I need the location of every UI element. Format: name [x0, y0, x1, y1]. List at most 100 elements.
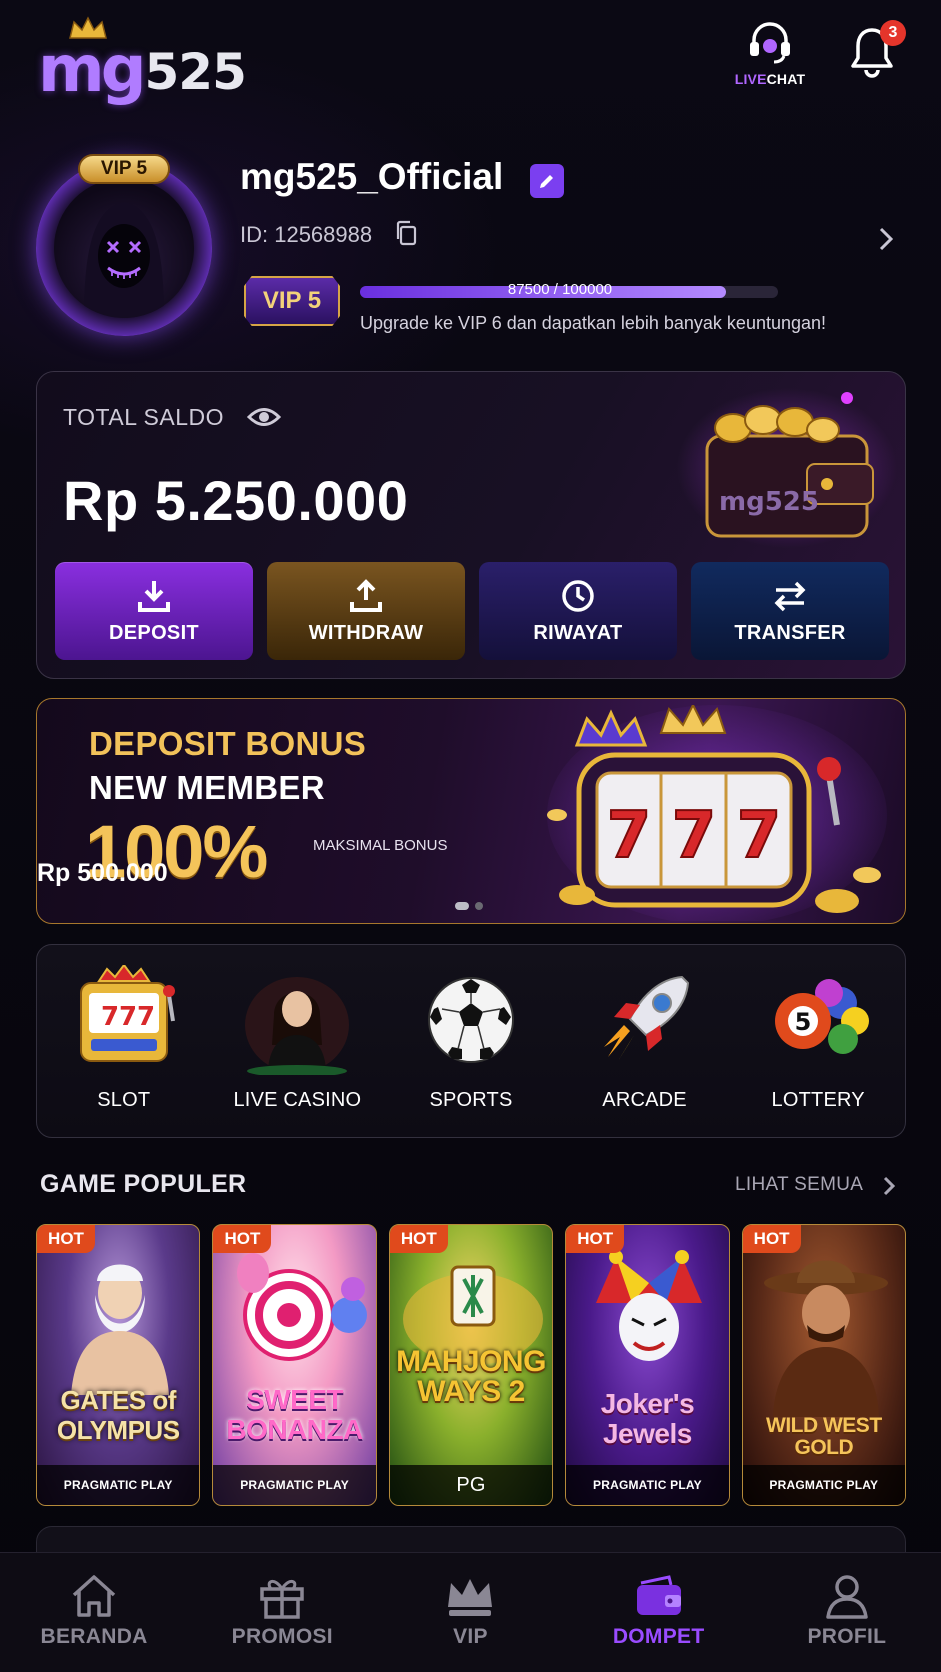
- riwayat-label: RIWAYAT: [533, 621, 623, 644]
- category-slot[interactable]: 7 7 7 SLOT: [49, 965, 199, 1112]
- logo[interactable]: mg 525: [38, 16, 247, 107]
- notification-button[interactable]: 3: [850, 20, 906, 84]
- logo-text-number: 525: [144, 43, 247, 101]
- category-bar: 7 7 7 SLOT LIVE CASINO SPORTS ARCADE 5 L…: [36, 944, 906, 1138]
- hot-badge: HOT: [566, 1225, 625, 1253]
- avatar-vip-tag: VIP 5: [78, 154, 170, 184]
- popular-games-title: GAME POPULER: [40, 1170, 247, 1198]
- lottery-balls-icon: 5: [775, 979, 870, 1054]
- nav-beranda-label: BERANDA: [40, 1625, 148, 1648]
- hot-badge: HOT: [37, 1225, 95, 1253]
- nav-promosi[interactable]: PROMOSI: [197, 1573, 367, 1649]
- profile-section: VIP 5 mg525_Official ID: 12568988 VIP 5 …: [0, 140, 941, 340]
- slot-digit-1: 7: [607, 799, 652, 873]
- game-provider: PRAGMATIC PLAY: [213, 1465, 376, 1505]
- promo-dot-active[interactable]: [455, 902, 469, 910]
- livechat-button[interactable]: LIVECHAT: [730, 22, 810, 87]
- rocket-icon: [603, 975, 689, 1061]
- dealer-icon: [245, 977, 350, 1075]
- logo-text-main: mg: [38, 33, 146, 107]
- chevron-right-icon[interactable]: [878, 226, 894, 252]
- slot-digit-2: 7: [672, 799, 717, 873]
- game-title: MAHJONG WAYS 2: [396, 1345, 546, 1408]
- slot-digit-3: 7: [737, 799, 782, 873]
- wallet-logo-text: mg525: [719, 487, 819, 517]
- nav-promosi-label: PROMOSI: [231, 1625, 333, 1648]
- joker-art: [596, 1250, 703, 1361]
- category-sports[interactable]: SPORTS: [396, 965, 546, 1112]
- promo-dot[interactable]: [475, 902, 483, 910]
- chevron-right-icon[interactable]: [882, 1175, 896, 1197]
- eye-icon[interactable]: [247, 404, 281, 430]
- crown-icon: [448, 1579, 493, 1616]
- soccer-ball-icon: [427, 977, 514, 1063]
- nav-vip-label: VIP: [453, 1625, 488, 1648]
- game-title: Joker's Jewels: [600, 1388, 695, 1449]
- game-card-jokers-jewels[interactable]: HOT Joker's Jewels PRAGMATIC PLAY: [565, 1224, 730, 1506]
- vip-progress-text: 87500 / 100000: [507, 281, 613, 298]
- zeus-art: [71, 1264, 169, 1395]
- wallet-illustration: mg525: [677, 388, 897, 548]
- game-title: WILD WEST GOLD: [766, 1414, 882, 1459]
- app-screen: mg 525 LIVECHAT 3 VIP 5 mg525_Official I…: [0, 0, 941, 1672]
- game-card-wild-west-gold[interactable]: HOT WILD WEST GOLD PRAGMATIC PLAY: [741, 1224, 907, 1506]
- user-id: ID: 12568988: [240, 222, 373, 247]
- lottery-ball-number: 5: [795, 1008, 812, 1036]
- home-icon: [72, 1575, 116, 1617]
- header: mg 525 LIVECHAT 3: [0, 0, 941, 120]
- category-live-casino[interactable]: LIVE CASINO: [222, 965, 372, 1112]
- game-provider: PRAGMATIC PLAY: [37, 1465, 200, 1505]
- nav-beranda[interactable]: BERANDA: [9, 1573, 179, 1649]
- crown-icon: [69, 16, 107, 39]
- withdraw-label: WITHDRAW: [308, 621, 424, 644]
- transfer-label: TRANSFER: [734, 621, 846, 644]
- game-provider: PRAGMATIC PLAY: [742, 1465, 906, 1505]
- gift-icon: [260, 1580, 305, 1619]
- nav-profil-label: PROFIL: [807, 1625, 887, 1648]
- category-slot-label: SLOT: [97, 1089, 151, 1111]
- transfer-icon: [774, 581, 806, 611]
- withdraw-button[interactable]: WITHDRAW: [267, 562, 465, 660]
- promo-banner[interactable]: DEPOSIT BONUS NEW MEMBER 100% MAKSIMAL B…: [36, 698, 906, 924]
- copy-icon[interactable]: [394, 220, 418, 246]
- balance-amount: Rp 5.250.000: [63, 469, 409, 532]
- pencil-icon: [540, 175, 553, 188]
- category-sports-label: SPORTS: [429, 1089, 513, 1111]
- balance-actions: DEPOSIT WITHDRAW RIWAYAT TRANSFER: [55, 562, 889, 660]
- riwayat-button[interactable]: RIWAYAT: [479, 562, 677, 660]
- deposit-button[interactable]: DEPOSIT: [55, 562, 253, 660]
- balance-card: TOTAL SALDO Rp 5.250.000 mg525 DEPOSIT W…: [36, 371, 906, 679]
- wallet-icon: [636, 1575, 681, 1615]
- category-arcade[interactable]: ARCADE: [570, 965, 720, 1112]
- game-card-mahjong-ways-2[interactable]: HOT MAHJONG WAYS 2 PG: [388, 1224, 554, 1506]
- see-all-link[interactable]: LIHAT SEMUA: [735, 1174, 863, 1196]
- balance-label: TOTAL SALDO: [63, 404, 225, 430]
- edit-profile-button[interactable]: [530, 164, 564, 198]
- hot-badge: HOT: [389, 1225, 448, 1253]
- upload-icon: [350, 578, 382, 612]
- category-arcade-label: ARCADE: [602, 1089, 687, 1111]
- game-title: GATES of OLYMPUS: [56, 1385, 180, 1445]
- cowboy-art: [763, 1260, 888, 1417]
- avatar[interactable]: VIP 5: [36, 154, 212, 336]
- notification-badge: 3: [880, 20, 906, 46]
- game-card-sweet-bonanza[interactable]: HOT SWEET BONANZA PRAGMATIC PLAY: [212, 1224, 377, 1506]
- category-lottery[interactable]: 5 LOTTERY: [743, 965, 893, 1112]
- game-provider: PG: [389, 1465, 553, 1505]
- vip-upgrade-text: Upgrade ke VIP 6 dan dapatkan lebih bany…: [360, 313, 827, 333]
- clock-icon: [562, 579, 594, 612]
- game-title: SWEET BONANZA: [226, 1384, 363, 1445]
- hooded-mask-icon: [84, 202, 164, 318]
- hot-badge: HOT: [742, 1225, 801, 1253]
- candy-art: [237, 1253, 368, 1361]
- transfer-button[interactable]: TRANSFER: [691, 562, 889, 660]
- nav-dompet-label: DOMPET: [612, 1625, 705, 1648]
- svg-text:7: 7: [137, 1002, 155, 1032]
- hot-badge: HOT: [213, 1225, 272, 1253]
- nav-vip[interactable]: VIP: [385, 1573, 555, 1649]
- game-card-gates-of-olympus[interactable]: HOT GATES of OLYMPUS PRAGMATIC PLAY: [36, 1224, 201, 1506]
- headset-icon: [750, 22, 790, 64]
- nav-dompet[interactable]: DOMPET: [574, 1573, 744, 1649]
- slot-machine-illustration: 7 7 7: [547, 705, 887, 921]
- nav-profil[interactable]: PROFIL: [762, 1573, 932, 1649]
